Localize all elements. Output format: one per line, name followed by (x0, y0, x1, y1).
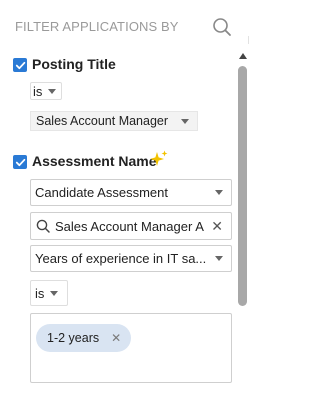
chevron-down-icon (48, 88, 57, 94)
remove-tag-icon[interactable]: ✕ (111, 331, 121, 345)
assessment-operator-select[interactable]: is (30, 280, 68, 306)
posting-title-label: Posting Title (32, 56, 116, 72)
search-icon[interactable] (211, 16, 233, 38)
posting-title-checkbox[interactable] (13, 58, 27, 72)
tag-label: 1-2 years (47, 331, 100, 345)
posting-title-value: Sales Account Manager (36, 114, 169, 128)
operator-value: is (35, 285, 45, 301)
chevron-down-icon (50, 290, 59, 296)
filter-panel-title: FILTER APPLICATIONS BY (15, 19, 179, 34)
assessment-select-value: Candidate Assessment (35, 185, 168, 200)
posting-title-value-select[interactable]: Sales Account Manager (30, 111, 198, 131)
sparkle-icon (149, 149, 169, 169)
search-icon (36, 219, 50, 233)
search-value: Sales Account Manager A (55, 218, 204, 234)
scrollbar-thumb[interactable] (238, 66, 247, 306)
tags-input[interactable]: 1-2 years ✕ (30, 313, 232, 383)
posting-title-operator-select[interactable]: is (30, 82, 62, 100)
assessment-select[interactable]: Candidate Assessment (30, 179, 232, 206)
assessment-name-label: Assessment Name (32, 153, 157, 169)
question-select[interactable]: Years of experience in IT sa... (30, 245, 232, 272)
chevron-down-icon (215, 256, 223, 261)
divider (248, 36, 249, 44)
selected-tag: 1-2 years ✕ (36, 324, 132, 352)
assessment-name-checkbox[interactable] (13, 155, 27, 169)
search-field-content: Sales Account Manager A (36, 219, 204, 234)
operator-value: is (33, 83, 43, 99)
assessment-search-input[interactable]: Sales Account Manager A ✕ (30, 212, 232, 240)
scroll-up-arrow[interactable] (239, 53, 247, 59)
clear-icon[interactable]: ✕ (211, 218, 223, 235)
chevron-down-icon (215, 190, 223, 195)
chevron-down-icon (181, 118, 189, 124)
question-select-value: Years of experience in IT sa... (35, 251, 207, 266)
